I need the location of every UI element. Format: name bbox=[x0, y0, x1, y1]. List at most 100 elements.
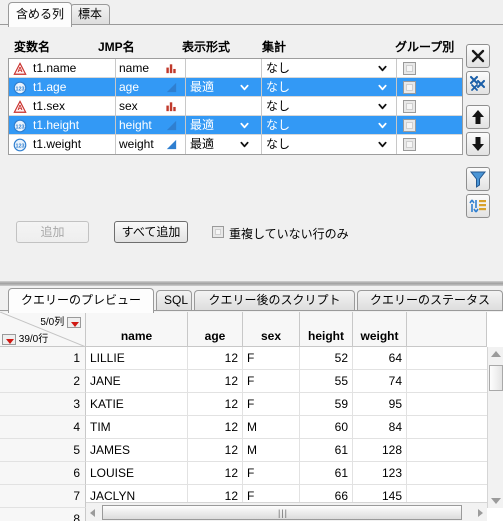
aggregate-cell[interactable]: なし bbox=[261, 78, 395, 97]
row-header[interactable]: 1 bbox=[0, 347, 86, 370]
data-cell[interactable]: F bbox=[243, 462, 300, 485]
jmp-name-cell[interactable]: name bbox=[115, 59, 163, 78]
horizontal-scrollbar[interactable]: ||| bbox=[86, 502, 487, 521]
row-header[interactable]: 3 bbox=[0, 393, 86, 416]
modeling-type-cell[interactable] bbox=[161, 135, 183, 154]
data-cell[interactable]: LOUISE bbox=[86, 462, 188, 485]
data-cell[interactable]: 60 bbox=[300, 416, 353, 439]
group-by-cell[interactable] bbox=[396, 97, 462, 116]
move-down-button[interactable] bbox=[466, 132, 490, 156]
data-cell[interactable]: TIM bbox=[86, 416, 188, 439]
scroll-up-icon[interactable] bbox=[491, 351, 501, 357]
data-cell[interactable]: F bbox=[243, 347, 300, 370]
data-cell[interactable]: 55 bbox=[300, 370, 353, 393]
filter-button[interactable] bbox=[466, 167, 490, 191]
variable-name-cell[interactable]: t1.weight bbox=[31, 135, 111, 153]
data-cell[interactable]: 61 bbox=[300, 439, 353, 462]
chevron-down-icon[interactable] bbox=[378, 83, 387, 92]
data-cell[interactable]: 61 bbox=[300, 462, 353, 485]
data-cell[interactable]: M bbox=[243, 439, 300, 462]
data-cell[interactable]: 12 bbox=[188, 439, 243, 462]
row-menu-icon[interactable] bbox=[2, 333, 16, 345]
aggregate-cell[interactable]: なし bbox=[261, 116, 395, 135]
vertical-scroll-thumb[interactable] bbox=[489, 365, 503, 391]
variable-name-cell[interactable]: t1.age bbox=[31, 78, 111, 96]
data-cell[interactable]: M bbox=[243, 416, 300, 439]
column-count[interactable]: 5/0列 bbox=[40, 313, 81, 328]
group-by-checkbox[interactable] bbox=[403, 81, 416, 94]
chevron-down-icon[interactable] bbox=[240, 121, 249, 130]
group-by-cell[interactable] bbox=[396, 59, 462, 78]
data-cell[interactable]: 12 bbox=[188, 347, 243, 370]
data-cell[interactable]: 123 bbox=[353, 462, 407, 485]
group-by-checkbox[interactable] bbox=[403, 100, 416, 113]
distinct-rows-checkbox[interactable] bbox=[212, 226, 224, 238]
data-cell[interactable]: 64 bbox=[353, 347, 407, 370]
variable-name-cell[interactable]: t1.height bbox=[31, 116, 111, 134]
column-header[interactable]: name bbox=[86, 312, 188, 347]
row-header[interactable]: 7 bbox=[0, 485, 86, 508]
aggregate-cell[interactable]: なし bbox=[261, 59, 395, 78]
variable-row[interactable]: At1.sex sex なし bbox=[9, 97, 462, 116]
data-cell[interactable]: 12 bbox=[188, 462, 243, 485]
variable-row[interactable]: 123 t1.height height 最適 なし bbox=[9, 116, 462, 135]
display-format-cell[interactable]: 最適 bbox=[185, 78, 255, 97]
move-up-button[interactable] bbox=[466, 105, 490, 129]
scroll-down-icon[interactable] bbox=[491, 498, 501, 504]
data-cell[interactable]: 95 bbox=[353, 393, 407, 416]
row-header[interactable]: 4 bbox=[0, 416, 86, 439]
data-cell[interactable]: 84 bbox=[353, 416, 407, 439]
group-by-cell[interactable] bbox=[396, 135, 462, 154]
row-header[interactable]: 5 bbox=[0, 439, 86, 462]
data-cell[interactable]: JAMES bbox=[86, 439, 188, 462]
chevron-down-icon[interactable] bbox=[240, 140, 249, 149]
tab-query-status[interactable]: クエリーのステータス bbox=[357, 290, 503, 311]
data-cell[interactable]: 12 bbox=[188, 370, 243, 393]
display-format-cell[interactable]: 最適 bbox=[185, 135, 255, 154]
tab-sample[interactable]: 標本 bbox=[70, 4, 111, 25]
aggregate-cell[interactable]: なし bbox=[261, 97, 395, 116]
variable-name-cell[interactable]: t1.sex bbox=[31, 97, 111, 115]
remove-column-button[interactable] bbox=[466, 44, 490, 68]
data-cell[interactable]: 12 bbox=[188, 393, 243, 416]
data-cell[interactable]: JANE bbox=[86, 370, 188, 393]
jmp-name-cell[interactable]: weight bbox=[115, 135, 163, 154]
modeling-type-cell[interactable] bbox=[161, 116, 183, 135]
chevron-down-icon[interactable] bbox=[378, 102, 387, 111]
modeling-type-cell[interactable] bbox=[161, 78, 183, 97]
horizontal-scroll-thumb[interactable]: ||| bbox=[102, 505, 462, 520]
row-header[interactable]: 2 bbox=[0, 370, 86, 393]
row-header[interactable]: 6 bbox=[0, 462, 86, 485]
data-cell[interactable]: 128 bbox=[353, 439, 407, 462]
display-format-cell[interactable]: 最適 bbox=[185, 116, 255, 135]
jmp-name-cell[interactable]: sex bbox=[115, 97, 163, 116]
tab-post-query-script[interactable]: クエリー後のスクリプト bbox=[194, 290, 355, 311]
variable-name-cell[interactable]: t1.name bbox=[31, 59, 111, 77]
tab-sql[interactable]: SQL bbox=[156, 290, 192, 311]
chevron-down-icon[interactable] bbox=[240, 83, 249, 92]
column-header[interactable]: height bbox=[300, 312, 353, 347]
group-by-cell[interactable] bbox=[396, 78, 462, 97]
data-cell[interactable]: F bbox=[243, 393, 300, 416]
chevron-down-icon[interactable] bbox=[378, 121, 387, 130]
jmp-name-cell[interactable]: height bbox=[115, 116, 163, 135]
sort-button[interactable] bbox=[466, 194, 490, 218]
scroll-left-icon[interactable] bbox=[90, 509, 95, 517]
aggregate-cell[interactable]: なし bbox=[261, 135, 395, 154]
row-count[interactable]: 39/0行 bbox=[2, 330, 48, 345]
variable-row[interactable]: At1.name name なし bbox=[9, 59, 462, 78]
remove-all-columns-button[interactable] bbox=[466, 71, 490, 95]
group-by-checkbox[interactable] bbox=[403, 119, 416, 132]
vertical-scrollbar[interactable] bbox=[487, 347, 503, 508]
column-menu-icon[interactable] bbox=[67, 316, 81, 328]
scroll-right-icon[interactable] bbox=[478, 509, 483, 517]
data-cell[interactable]: LILLIE bbox=[86, 347, 188, 370]
chevron-down-icon[interactable] bbox=[378, 64, 387, 73]
data-cell[interactable]: F bbox=[243, 370, 300, 393]
add-all-button[interactable]: すべて追加 bbox=[114, 221, 188, 243]
group-by-checkbox[interactable] bbox=[403, 138, 416, 151]
group-by-checkbox[interactable] bbox=[403, 62, 416, 75]
column-header[interactable]: sex bbox=[243, 312, 300, 347]
data-cell[interactable]: KATIE bbox=[86, 393, 188, 416]
variable-grid[interactable]: At1.name name なし 123 t1.age age 最適 なし At1.sex sex… bbox=[8, 58, 463, 155]
